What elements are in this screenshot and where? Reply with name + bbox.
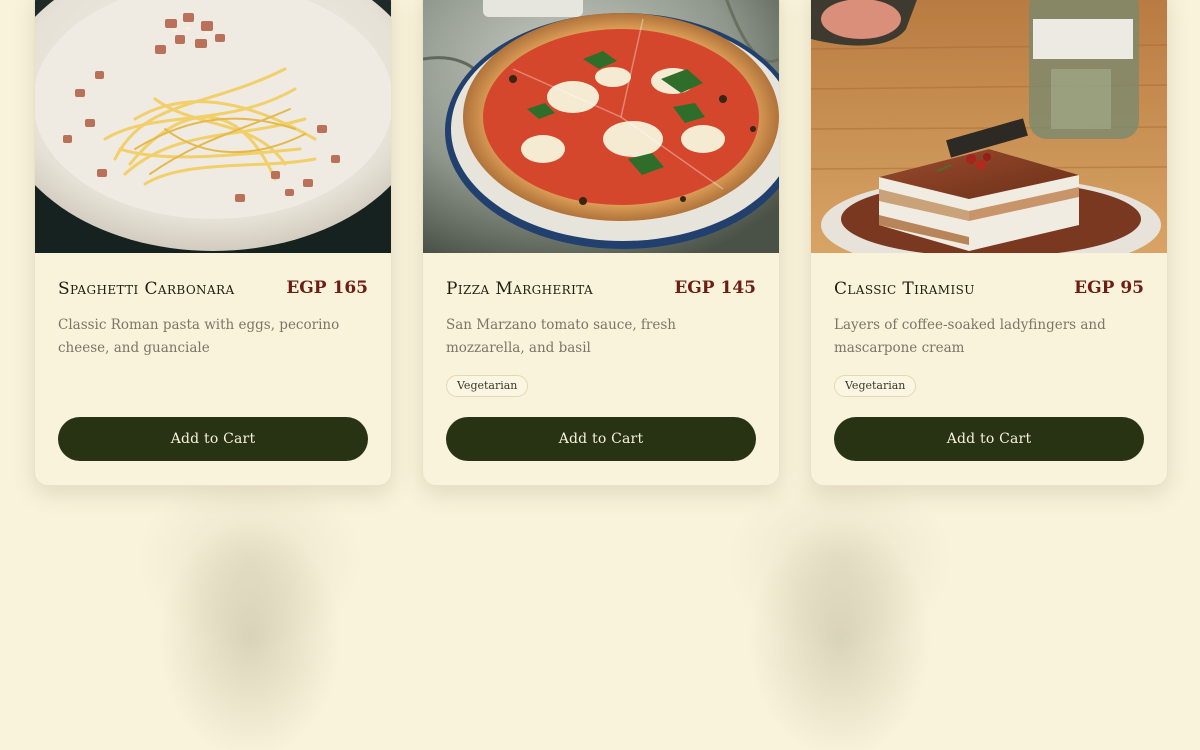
item-title: Classic Tiramisu (834, 279, 975, 299)
spaghetti-carbonara-photo (35, 0, 391, 253)
item-description: Classic Roman pasta with eggs, pecorino … (58, 317, 340, 356)
pizza-margherita-photo (423, 0, 779, 253)
add-to-cart-button[interactable]: Add to Cart (58, 417, 368, 461)
menu-item-card: Classic Tiramisu EGP 95 Layers of coffee… (810, 0, 1168, 486)
menu-item-card: Pizza Margherita EGP 145 San Marzano tom… (422, 0, 780, 486)
add-to-cart-button[interactable]: Add to Cart (834, 417, 1144, 461)
item-price: EGP 165 (286, 278, 368, 298)
item-title: Spaghetti Carbonara (58, 279, 235, 299)
vegetarian-tag: Vegetarian (834, 375, 917, 397)
item-price: EGP 95 (1074, 278, 1144, 298)
add-to-cart-button[interactable]: Add to Cart (446, 417, 756, 461)
item-price: EGP 145 (674, 278, 756, 298)
vegetarian-tag: Vegetarian (446, 375, 529, 397)
menu-item-card: Spaghetti Carbonara EGP 165 Classic Roma… (34, 0, 392, 486)
item-title: Pizza Margherita (446, 279, 594, 299)
tiramisu-photo (811, 0, 1167, 253)
item-description: Layers of coffee-soaked ladyfingers and … (834, 317, 1106, 356)
item-description: San Marzano tomato sauce, fresh mozzarel… (446, 317, 676, 356)
